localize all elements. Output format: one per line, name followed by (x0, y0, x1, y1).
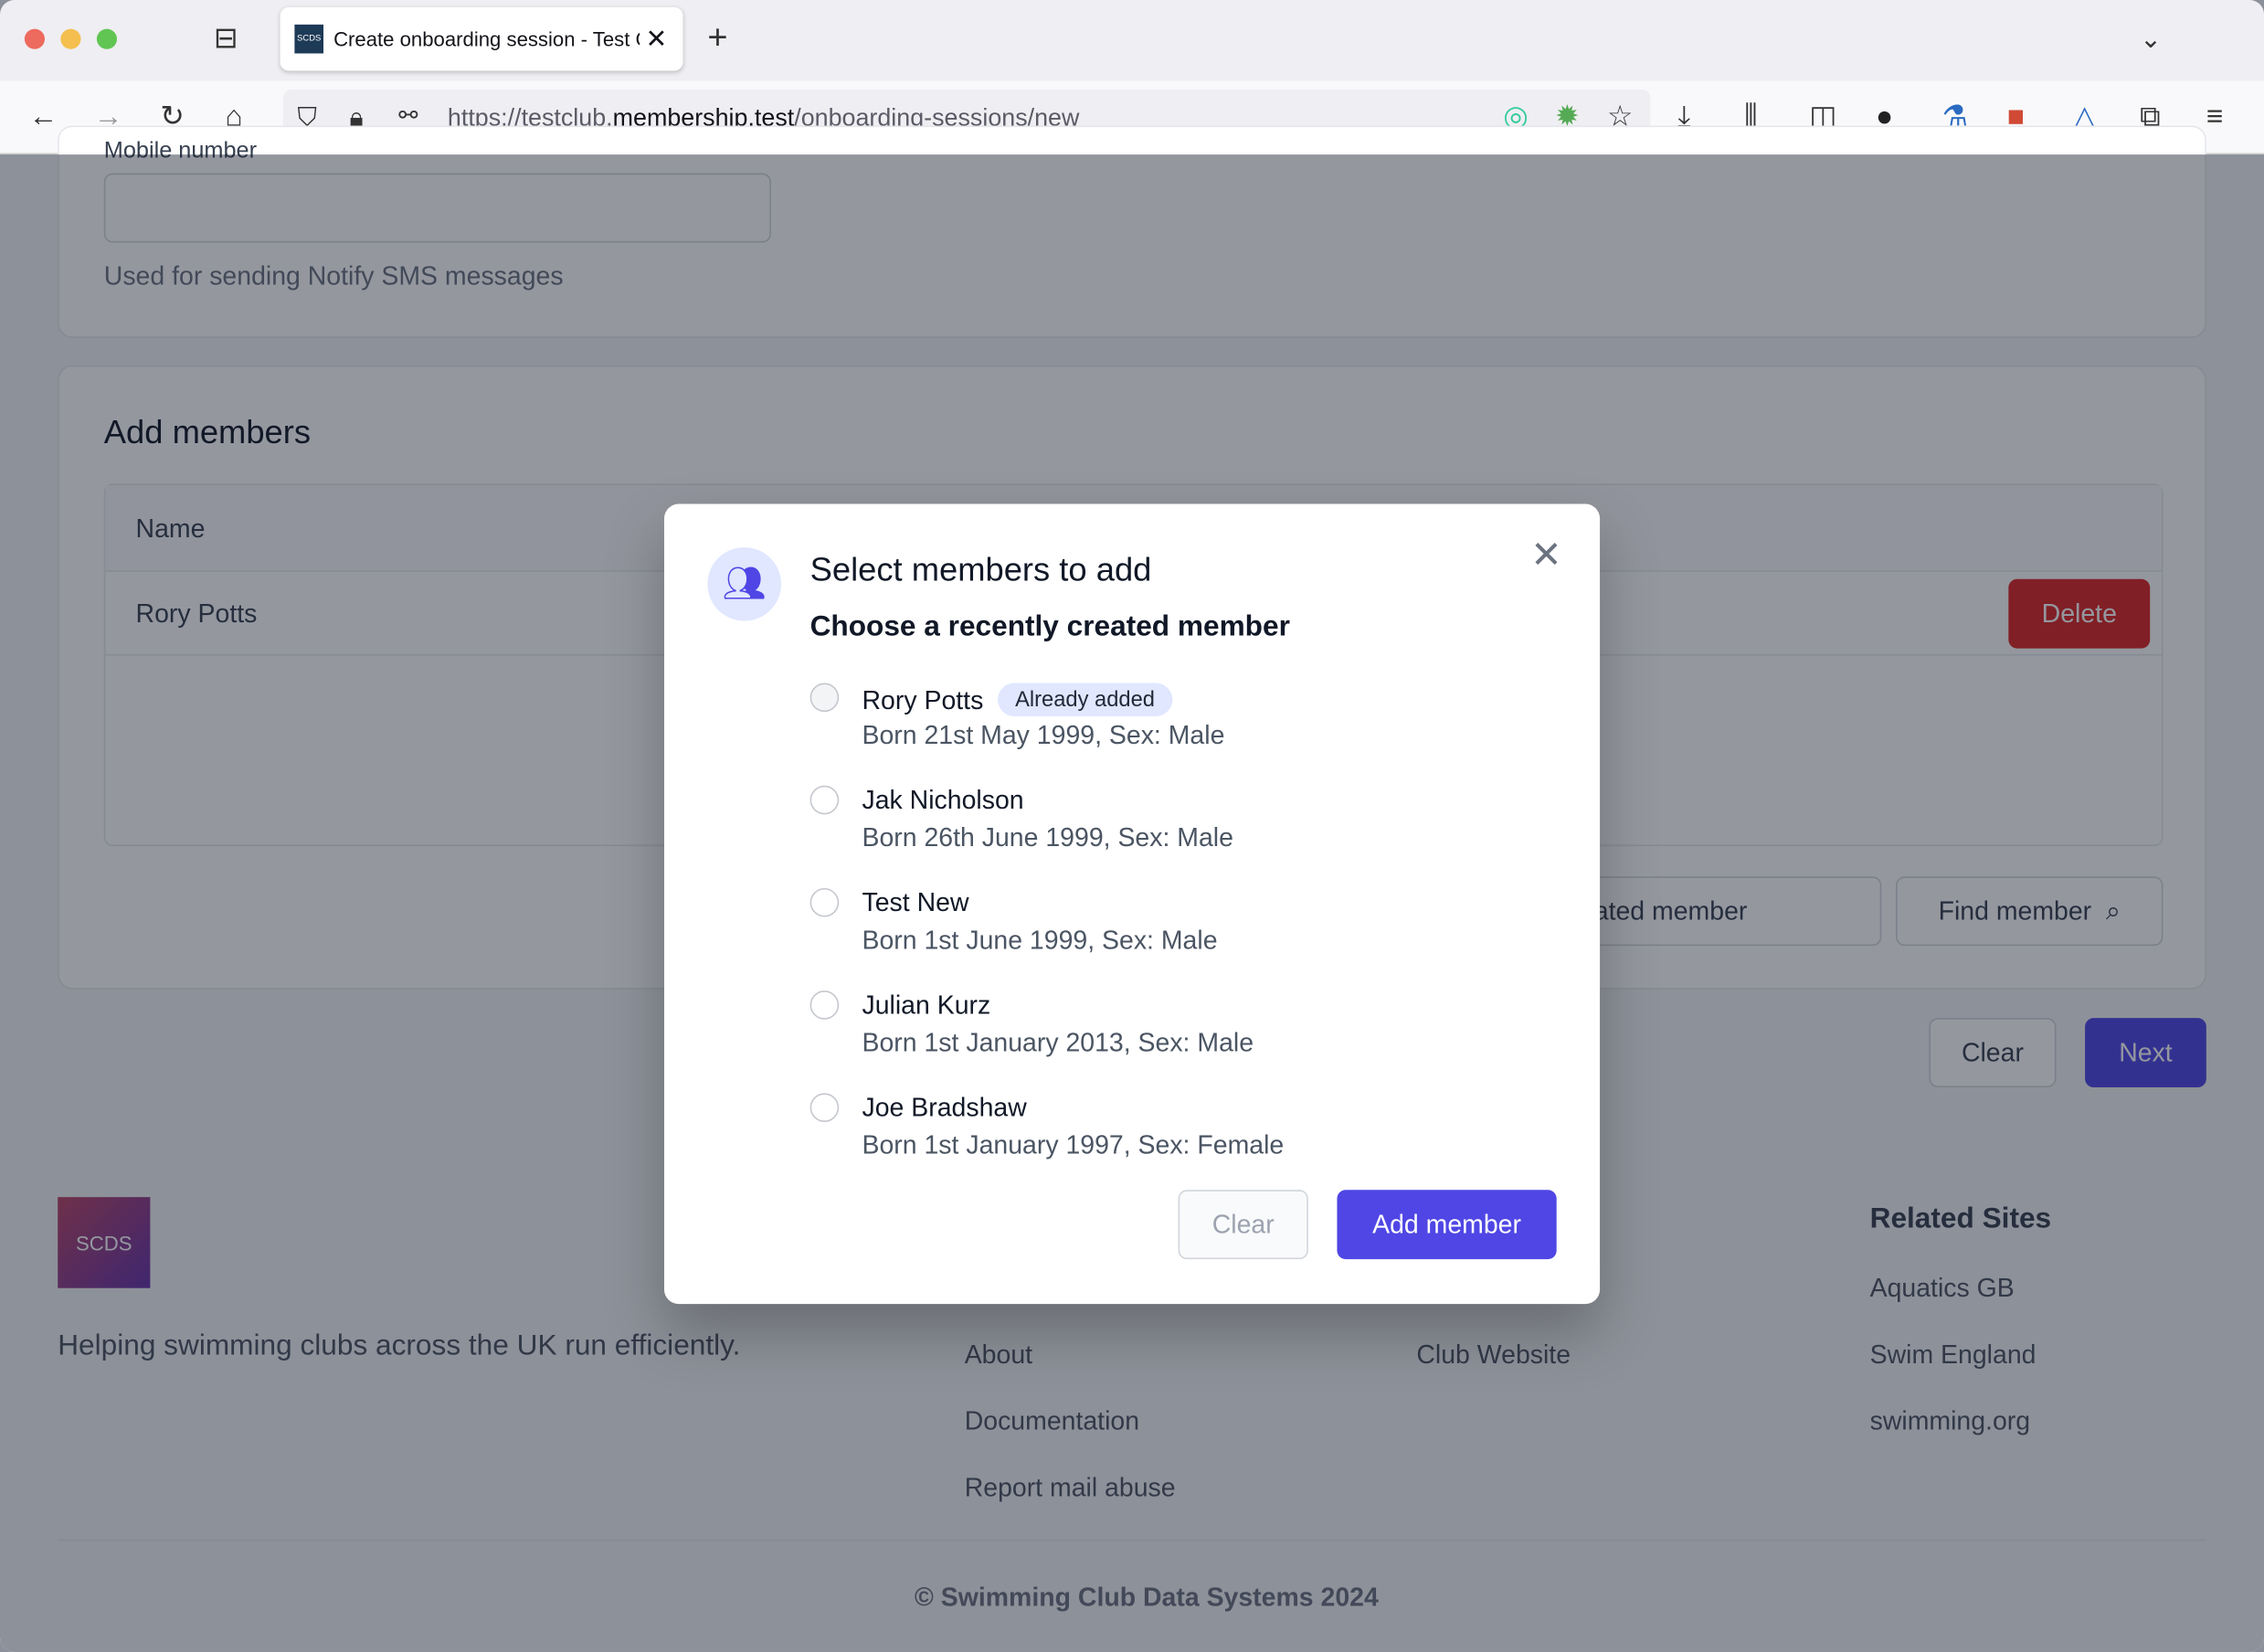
menu-icon[interactable]: ≡ (2206, 98, 2223, 135)
maximize-window-button[interactable] (96, 28, 118, 49)
member-radio[interactable] (809, 990, 840, 1020)
new-tab-icon[interactable]: + (707, 19, 727, 58)
member-details: Born 26th June 1999, Sex: Male (862, 822, 1233, 852)
member-name: Rory Potts Already added (862, 683, 1172, 716)
member-radio[interactable] (809, 887, 840, 917)
modal-title: Select members to add (809, 550, 1152, 588)
close-window-button[interactable] (24, 28, 45, 49)
member-name[interactable]: Jak Nicholson (862, 786, 1023, 816)
member-radio[interactable] (809, 1093, 840, 1122)
member-radio[interactable] (809, 785, 840, 815)
member-name[interactable]: Joe Bradshaw (862, 1093, 1026, 1123)
close-tab-icon[interactable]: ✕ (645, 24, 667, 54)
browser-window: ⊟ SCDS Create onboarding session - Test … (0, 0, 2264, 1652)
member-details: Born 1st January 2013, Sex: Male (862, 1028, 1254, 1057)
tab-title: Create onboarding session - Test Club (333, 27, 640, 51)
select-members-modal: 👥︎ Select members to add Choose a recent… (663, 503, 1601, 1305)
tab-bar: ⊟ SCDS Create onboarding session - Test … (0, 0, 2264, 81)
modal-clear-button[interactable]: Clear (1178, 1190, 1308, 1260)
member-details: Born 1st January 1997, Sex: Female (862, 1130, 1285, 1160)
tab-overview-icon[interactable]: ⊟ (214, 20, 238, 58)
member-details: Born 1st June 1999, Sex: Male (862, 926, 1218, 955)
add-member-button[interactable]: Add member (1337, 1190, 1557, 1260)
back-icon[interactable]: ← (29, 98, 58, 135)
member-name[interactable]: Test New (862, 888, 968, 918)
member-radio[interactable] (809, 683, 840, 713)
tab-active[interactable]: SCDS Create onboarding session - Test Cl… (280, 6, 683, 71)
users-icon: 👥︎ (707, 546, 781, 621)
member-details: Born 21st May 1999, Sex: Male (862, 720, 1225, 750)
favicon: SCDS (294, 24, 324, 54)
member-name[interactable]: Julian Kurz (862, 990, 990, 1021)
tab-list-chevron-icon[interactable]: ⌄ (2140, 20, 2162, 58)
close-icon[interactable]: ✕ (1530, 533, 1561, 577)
minimize-window-button[interactable] (60, 28, 81, 49)
already-added-badge: Already added (998, 683, 1172, 716)
modal-subtitle: Choose a recently created member (809, 610, 1290, 643)
